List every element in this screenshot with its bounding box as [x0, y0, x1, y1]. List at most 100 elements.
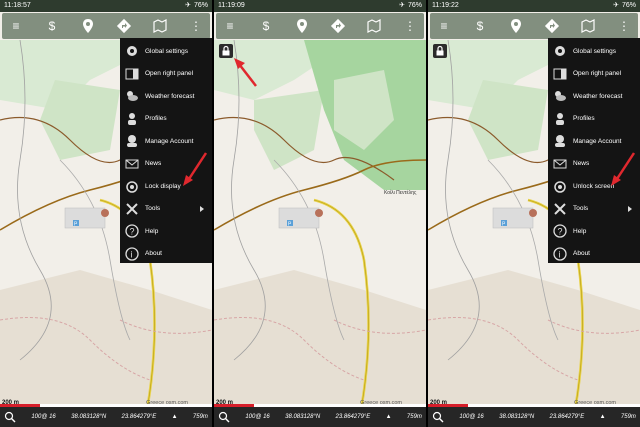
menu-item-label: Tools	[145, 205, 161, 213]
airplane-mode-icon: ✈	[613, 2, 619, 9]
menu-item-label: Weather forecast	[573, 92, 623, 100]
profiles-icon	[125, 112, 139, 126]
menu-item-label: Help	[573, 227, 587, 235]
latitude-readout: 38.083128°N	[285, 414, 321, 420]
right-panel-icon	[553, 67, 567, 81]
svg-text:i: i	[559, 249, 561, 259]
menu-item-global-settings[interactable]: Global settings	[548, 40, 640, 63]
location-pin-icon[interactable]	[294, 18, 310, 34]
longitude-readout: 23.864279°E	[335, 414, 371, 420]
map-attribution: Greece osm.com	[574, 400, 616, 406]
tools-icon	[125, 202, 139, 216]
menu-item-label: Tools	[573, 205, 589, 213]
menu-item-label: Profiles	[145, 115, 167, 123]
hamburger-menu-icon[interactable]: ≡	[8, 18, 24, 34]
menu-item-profiles[interactable]: Profiles	[548, 108, 640, 131]
latitude-readout: 38.083128°N	[499, 414, 535, 420]
latitude-readout: 38.083128°N	[71, 414, 107, 420]
screenshot-panel-1: P 11:18:57 ✈ 76% ≡ $ ⋮ Global settings Op…	[0, 0, 212, 427]
bottom-status-bar: 100@ 16 38.083128°N 23.864279°E ▲ 759m	[214, 407, 426, 427]
zoom-search-icon[interactable]	[218, 411, 230, 423]
route-icon[interactable]: $	[44, 18, 60, 34]
place-label: Κοίλι Πεντέλης	[384, 190, 417, 196]
annotation-arrow	[234, 58, 257, 87]
status-time: 11:18:57	[4, 2, 31, 9]
menu-item-tools[interactable]: Tools	[548, 198, 640, 221]
status-bar: 11:18:57 ✈ 76%	[0, 0, 212, 12]
menu-item-global-settings[interactable]: Global settings	[120, 40, 212, 63]
menu-item-open-right-panel[interactable]: Open right panel	[120, 63, 212, 86]
status-bar: 11:19:09 ✈ 76%	[214, 0, 426, 12]
tools-icon	[553, 202, 567, 216]
menu-item-label: Open right panel	[145, 70, 194, 78]
svg-text:?: ?	[558, 227, 563, 237]
menu-item-tools[interactable]: Tools	[120, 198, 212, 221]
map-view[interactable]: P	[214, 40, 426, 404]
map-attribution: Greece osm.com	[146, 400, 188, 406]
menu-item-profiles[interactable]: Profiles	[120, 108, 212, 131]
menu-item-label: Manage Account	[573, 137, 622, 145]
about-icon: i	[553, 247, 567, 261]
help-icon: ?	[125, 224, 139, 238]
altitude-readout: 759m	[620, 414, 636, 420]
airplane-mode-icon: ✈	[185, 2, 191, 9]
menu-item-label: Global settings	[573, 47, 616, 55]
top-toolbar: ≡ $ ⋮	[216, 13, 424, 39]
menu-item-help[interactable]: ? Help	[120, 220, 212, 243]
svg-text:?: ?	[130, 227, 135, 237]
gear-icon	[125, 44, 139, 58]
annotation-arrow	[183, 152, 208, 186]
weather-icon	[553, 89, 567, 103]
status-time: 11:19:09	[218, 2, 245, 9]
scale-label: 200 m	[2, 400, 20, 406]
menu-item-label: Manage Account	[145, 137, 194, 145]
lock-icon[interactable]	[433, 44, 447, 58]
navigation-icon[interactable]	[116, 18, 132, 34]
more-options-icon[interactable]: ⋮	[188, 18, 204, 34]
more-options-icon[interactable]: ⋮	[402, 18, 418, 34]
map-icon[interactable]	[152, 18, 168, 34]
menu-item-label: Help	[145, 227, 159, 235]
status-bar: 11:19:22 ✈ 76%	[428, 0, 640, 12]
location-pin-icon[interactable]	[508, 18, 524, 34]
top-toolbar: ≡ $ ⋮	[430, 13, 638, 39]
zoom-level: 100@ 16	[245, 414, 270, 420]
menu-item-label: Weather forecast	[145, 92, 195, 100]
menu-item-weather-forecast[interactable]: Weather forecast	[548, 85, 640, 108]
route-icon[interactable]: $	[258, 18, 274, 34]
map-icon[interactable]	[366, 18, 382, 34]
gear-icon	[553, 44, 567, 58]
submenu-arrow-icon	[200, 205, 204, 212]
account-icon	[553, 134, 567, 148]
navigation-icon[interactable]	[330, 18, 346, 34]
unlock-screen-icon	[553, 179, 567, 193]
hamburger-menu-icon[interactable]: ≡	[436, 18, 452, 34]
svg-text:i: i	[131, 249, 133, 259]
menu-item-label: News	[145, 160, 162, 168]
menu-item-open-right-panel[interactable]: Open right panel	[548, 63, 640, 86]
status-time: 11:19:22	[432, 2, 459, 9]
screenshot-panel-3: P 11:19:22 ✈ 76% ≡ $ ⋮ Global settings Op…	[428, 0, 640, 427]
menu-item-label: About	[573, 250, 590, 258]
location-pin-icon[interactable]	[80, 18, 96, 34]
more-options-icon[interactable]: ⋮	[616, 18, 632, 34]
news-icon	[553, 157, 567, 171]
zoom-search-icon[interactable]	[432, 411, 444, 423]
menu-item-weather-forecast[interactable]: Weather forecast	[120, 85, 212, 108]
longitude-readout: 23.864279°E	[121, 414, 157, 420]
menu-item-about[interactable]: i About	[548, 243, 640, 266]
zoom-search-icon[interactable]	[4, 411, 16, 423]
menu-item-help[interactable]: ? Help	[548, 220, 640, 243]
route-icon[interactable]: $	[472, 18, 488, 34]
menu-item-label: News	[573, 160, 590, 168]
scale-label: 200 m	[216, 400, 234, 406]
altitude-icon: ▲	[599, 414, 606, 420]
right-panel-icon	[125, 67, 139, 81]
hamburger-menu-icon[interactable]: ≡	[222, 18, 238, 34]
lock-display-icon	[125, 179, 139, 193]
map-icon[interactable]	[580, 18, 596, 34]
menu-item-about[interactable]: i About	[120, 243, 212, 266]
news-icon	[125, 157, 139, 171]
navigation-icon[interactable]	[544, 18, 560, 34]
help-icon: ?	[553, 224, 567, 238]
